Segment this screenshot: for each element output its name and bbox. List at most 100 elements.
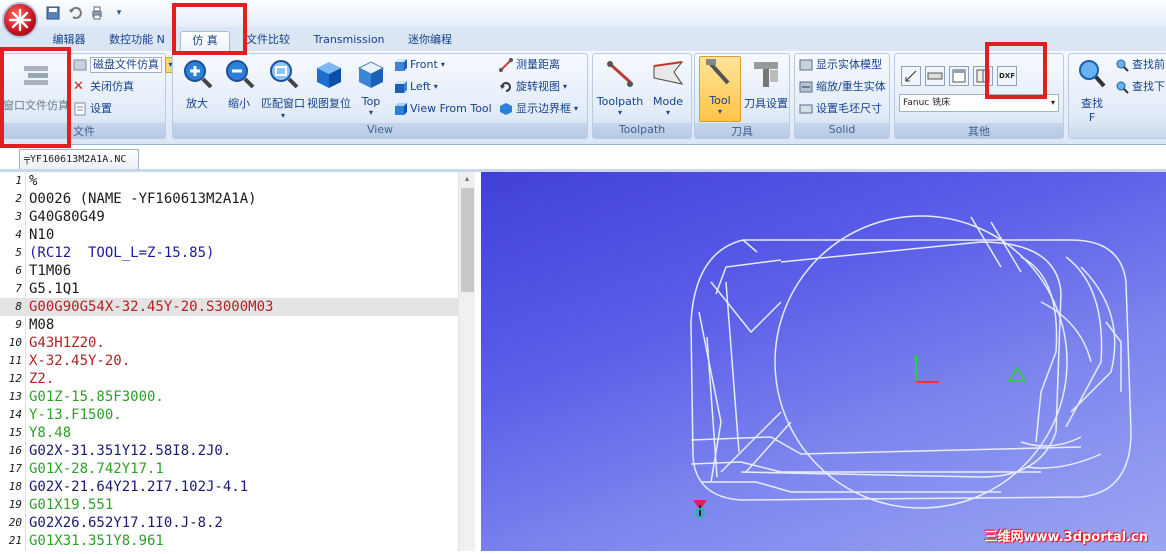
line-number: 3 — [15, 210, 22, 223]
code-text: Y-13.F1500. — [29, 407, 122, 423]
line-number: 4 — [15, 228, 22, 241]
measure-distance-button[interactable]: 测量距离 — [499, 56, 560, 74]
tool-settings-button[interactable]: 刀具设置 — [743, 58, 789, 111]
code-line[interactable]: 9 M08 — [0, 316, 458, 334]
code-text: X-32.45Y-20. — [29, 353, 131, 369]
ruler-icon[interactable] — [925, 66, 945, 86]
front-view-button[interactable]: Front ▾ — [393, 56, 445, 74]
code-line[interactable]: 7 G5.1Q1 — [0, 280, 458, 298]
tool-button[interactable]: Tool ▾ — [699, 56, 741, 122]
show-bounds-button[interactable]: 显示边界框 ▾ — [499, 100, 578, 118]
code-text: % — [29, 173, 38, 189]
undo-icon[interactable] — [66, 4, 84, 21]
code-line[interactable]: 12 Z2. — [0, 370, 458, 388]
show-solid-button[interactable]: 显示实体模型 — [799, 56, 882, 74]
cube-tool-icon — [393, 102, 407, 116]
stock-size-button[interactable]: 设置毛坯尺寸 — [799, 100, 882, 118]
tool-icon — [706, 59, 730, 85]
zoom-out-button[interactable]: 缩小 — [219, 58, 259, 111]
tab-transmission[interactable]: Transmission — [306, 31, 392, 51]
simulation-viewport[interactable]: 三维网www.3dportal.cn — [481, 172, 1166, 551]
code-editor[interactable]: 1% 2 O0026 (NAME -YF160613M2A1A) 3 G40G80G49… — [0, 172, 478, 551]
code-line[interactable]: 17 G01X-28.742Y17.1 — [0, 460, 458, 478]
zoom-in-icon — [184, 60, 213, 89]
disk-icon — [73, 58, 87, 72]
code-line[interactable]: 8 G00G90G54X-32.45Y-20.S3000M03 — [0, 298, 458, 316]
scroll-up-icon[interactable]: ▴ — [459, 172, 475, 186]
code-line[interactable]: 16 G02X-31.351Y12.58I8.2J0. — [0, 442, 458, 460]
code-line[interactable]: 2 O0026 (NAME -YF160613M2A1A) — [0, 190, 458, 208]
code-text: Y8.48 — [29, 425, 72, 441]
tool-settings-icon — [754, 62, 778, 87]
view-group: 放大 缩小 匹配窗口 ▾ 视图复位 Top ▾ Front ▾ Left ▾ V… — [172, 53, 588, 139]
code-text: G40G80G49 — [29, 209, 105, 225]
left-view-button[interactable]: Left ▾ — [393, 78, 438, 96]
code-line[interactable]: 4 N10 — [0, 226, 458, 244]
tool-group: Tool ▾ 刀具设置 刀具 — [694, 53, 790, 139]
fit-window-button[interactable]: 匹配窗口 ▾ — [261, 58, 305, 120]
cube-left-icon — [393, 80, 407, 94]
mode-button[interactable]: Mode ▾ — [645, 58, 691, 117]
toolpath-drawing — [690, 215, 1132, 518]
cube-blue-icon — [317, 62, 341, 88]
rotate-icon — [499, 80, 513, 94]
code-line[interactable]: 13 G01Z-15.85F3000. — [0, 388, 458, 406]
code-line[interactable]: 14 Y-13.F1500. — [0, 406, 458, 424]
view-from-tool-button[interactable]: View From Tool — [393, 100, 492, 118]
settings-button[interactable]: 设置 — [73, 100, 112, 118]
cube-front-icon — [393, 58, 407, 72]
measure-icon — [499, 58, 513, 72]
tab-cnc-functions[interactable]: 数控功能 N — [104, 31, 170, 51]
app-menu-button[interactable] — [2, 2, 38, 38]
code-line[interactable]: 1% — [0, 172, 458, 190]
tab-mini-programming[interactable]: 迷你编程 — [402, 31, 458, 51]
reset-solid-button[interactable]: 缩放/重生实体 — [799, 78, 886, 96]
resize-icon[interactable] — [901, 66, 921, 86]
print-icon[interactable] — [88, 4, 106, 21]
code-line[interactable]: 19 G01X19.551 — [0, 496, 458, 514]
solid-model-icon — [799, 58, 813, 72]
save-icon[interactable] — [44, 4, 62, 21]
code-line[interactable]: 10 G43H1Z20. — [0, 334, 458, 352]
cube-top-icon — [357, 61, 385, 88]
line-number: 20 — [8, 516, 22, 529]
code-line[interactable]: 15 Y8.48 — [0, 424, 458, 442]
tool-group-label: 刀具 — [695, 123, 789, 138]
tab-file-compare[interactable]: 文件比较 — [240, 31, 296, 51]
find-button[interactable]: 查找 F — [1071, 58, 1113, 124]
window-icon[interactable] — [949, 66, 969, 86]
reset-solid-icon — [799, 80, 813, 94]
find-prev-button[interactable]: 查找前 — [1115, 56, 1165, 74]
code-line[interactable]: 3 G40G80G49 — [0, 208, 458, 226]
vertical-scrollbar[interactable]: ▴ — [458, 172, 475, 551]
scrollbar-thumb[interactable] — [461, 188, 474, 292]
code-line[interactable]: 20 G02X26.652Y17.1I0.J-8.2 — [0, 514, 458, 532]
code-line[interactable]: 11 X-32.45Y-20. — [0, 352, 458, 370]
find-prev-icon — [1115, 58, 1129, 72]
view-reset-button[interactable]: 视图复位 — [307, 58, 351, 111]
customize-icon[interactable]: ▾ — [110, 4, 128, 21]
chevron-down-icon: ▾ — [1050, 98, 1055, 107]
zoom-in-button[interactable]: 放大 — [177, 58, 217, 111]
disk-file-sim-dropdown[interactable]: 磁盘文件仿真 ▾ — [73, 56, 176, 74]
app-logo-icon — [8, 8, 32, 32]
code-line[interactable]: 21 G01X31.351Y8.961 — [0, 532, 458, 550]
quick-access-toolbar: ▾ — [44, 4, 128, 21]
rotate-view-button[interactable]: 旋转视图 ▾ — [499, 78, 567, 96]
line-number: 18 — [8, 480, 22, 493]
highlight-sim-tab — [172, 3, 247, 55]
code-line[interactable]: 5 (RC12 TOOL_L=Z-15.85) — [0, 244, 458, 262]
code-text: G01Z-15.85F3000. — [29, 389, 164, 405]
view-group-label: View — [173, 123, 587, 138]
code-line[interactable]: 18 G02X-21.64Y21.2I7.102J-4.1 — [0, 478, 458, 496]
fit-window-icon — [270, 60, 299, 89]
code-line[interactable]: 6 T1M06 — [0, 262, 458, 280]
line-number: 7 — [15, 282, 22, 295]
line-number: 5 — [15, 246, 22, 259]
find-next-button[interactable]: 查找下 — [1115, 78, 1165, 96]
top-view-button[interactable]: Top ▾ — [353, 58, 389, 117]
code-text: T1M06 — [29, 263, 72, 279]
toolpath-button[interactable]: Toolpath ▾ — [595, 58, 645, 117]
close-sim-button[interactable]: ✕ 关闭仿真 — [73, 78, 134, 96]
document-tab[interactable]: ╤YF160613M2A1A.NC — [19, 149, 139, 170]
